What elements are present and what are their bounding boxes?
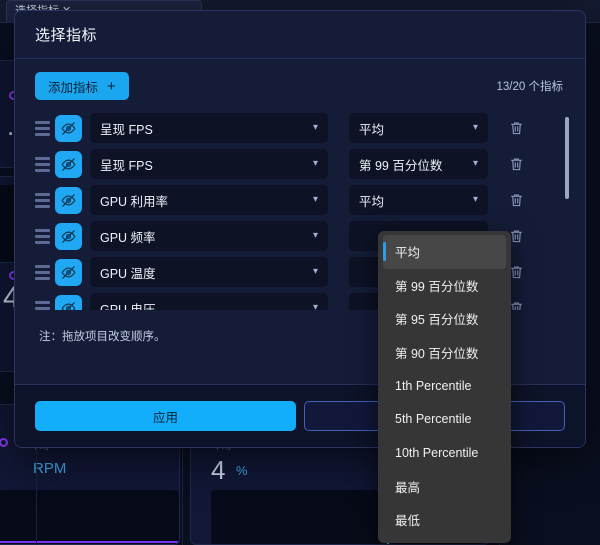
page-title: 选择指标 — [35, 27, 98, 44]
drag-handle-icon[interactable] — [29, 297, 55, 310]
metric-select[interactable]: GPU 利用率 ▾ — [90, 185, 328, 215]
widget-unit: % — [236, 463, 248, 478]
metric-select[interactable]: GPU 电压 ▾ — [90, 293, 328, 310]
dropdown-option[interactable]: 10th Percentile — [378, 436, 511, 470]
apply-button[interactable]: 应用 — [35, 401, 296, 431]
chevron-down-icon: ▾ — [312, 230, 318, 241]
widget-unit: RPM — [33, 460, 67, 477]
dropdown-option[interactable]: 最低 — [378, 503, 511, 537]
drag-handle-icon[interactable] — [29, 153, 55, 175]
metric-label: GPU 温度 — [100, 266, 156, 281]
table-row: 呈现 FPS ▾ 平均 ▾ — [29, 113, 571, 143]
drag-handle-icon[interactable] — [29, 189, 55, 211]
chevron-down-icon: ▾ — [312, 194, 318, 205]
chevron-down-icon: ▾ — [472, 194, 478, 205]
list-scrollbar-thumb[interactable] — [565, 117, 569, 199]
eye-off-icon[interactable] — [55, 150, 82, 178]
dropdown-option[interactable]: 第 90 百分位数 — [378, 336, 511, 370]
metric-select[interactable]: 呈现 FPS ▾ — [90, 113, 328, 143]
aggregation-label: 平均 — [359, 194, 385, 209]
chevron-down-icon: ▾ — [312, 302, 318, 311]
chevron-down-icon: ▾ — [312, 158, 318, 169]
aggregation-select[interactable]: 第 99 百分位数 ▾ — [349, 149, 488, 179]
aggregation-dropdown-menu: 平均 第 99 百分位数 第 95 百分位数 第 90 百分位数 1th Per… — [378, 231, 511, 543]
chevron-down-icon: ▾ — [312, 122, 318, 133]
plus-icon: + — [107, 77, 116, 95]
aggregation-label: 平均 — [359, 122, 385, 137]
add-metric-button[interactable]: 添加指标 + — [35, 72, 129, 100]
drag-handle-icon[interactable] — [29, 261, 55, 283]
metric-select[interactable]: GPU 温度 ▾ — [90, 257, 328, 287]
dropdown-option[interactable]: 最高 — [378, 470, 511, 504]
metric-count-label: 13/20 个指标 — [496, 81, 563, 93]
eye-off-icon[interactable] — [55, 258, 82, 286]
dropdown-option[interactable]: 1th Percentile — [378, 369, 511, 403]
dropdown-option[interactable]: 第 99 百分位数 — [378, 269, 511, 303]
eye-off-icon[interactable] — [55, 186, 82, 214]
dropdown-option[interactable]: 第 95 百分位数 — [378, 302, 511, 336]
metric-select[interactable]: 呈现 FPS ▾ — [90, 149, 328, 179]
trash-icon[interactable] — [499, 192, 533, 208]
chevron-down-icon: ▾ — [312, 266, 318, 277]
metric-label: GPU 频率 — [100, 230, 156, 245]
metric-label: 呈现 FPS — [100, 122, 153, 137]
drag-handle-icon[interactable] — [29, 225, 55, 247]
trash-icon[interactable] — [499, 120, 533, 136]
aggregation-select[interactable]: 平均 ▾ — [349, 185, 488, 215]
dialog-toolbar: 添加指标 + 13/20 个指标 — [15, 59, 585, 113]
table-row: 呈现 FPS ▾ 第 99 百分位数 ▾ — [29, 149, 571, 179]
status-dot-icon — [0, 438, 8, 447]
dropdown-option[interactable]: 平均 — [383, 235, 506, 269]
dropdown-option[interactable]: 5th Percentile — [378, 403, 511, 437]
chevron-down-icon: ▾ — [472, 158, 478, 169]
aggregation-select[interactable]: 平均 ▾ — [349, 113, 488, 143]
chevron-down-icon: ▾ — [472, 122, 478, 133]
eye-off-icon[interactable] — [55, 294, 82, 310]
dialog-header: 选择指标 — [15, 11, 585, 59]
eye-off-icon[interactable] — [55, 114, 82, 142]
widget-value: 4 — [211, 455, 226, 485]
table-row: GPU 利用率 ▾ 平均 ▾ — [29, 185, 571, 215]
trash-icon[interactable] — [499, 156, 533, 172]
metric-label: 呈现 FPS — [100, 158, 153, 173]
metric-label: GPU 电压 — [100, 302, 156, 311]
metric-select[interactable]: GPU 频率 ▾ — [90, 221, 328, 251]
aggregation-label: 第 99 百分位数 — [359, 158, 443, 173]
metric-label: GPU 利用率 — [100, 194, 169, 209]
drag-handle-icon[interactable] — [29, 117, 55, 139]
eye-off-icon[interactable] — [55, 222, 82, 250]
add-metric-label: 添加指标 — [48, 80, 99, 95]
